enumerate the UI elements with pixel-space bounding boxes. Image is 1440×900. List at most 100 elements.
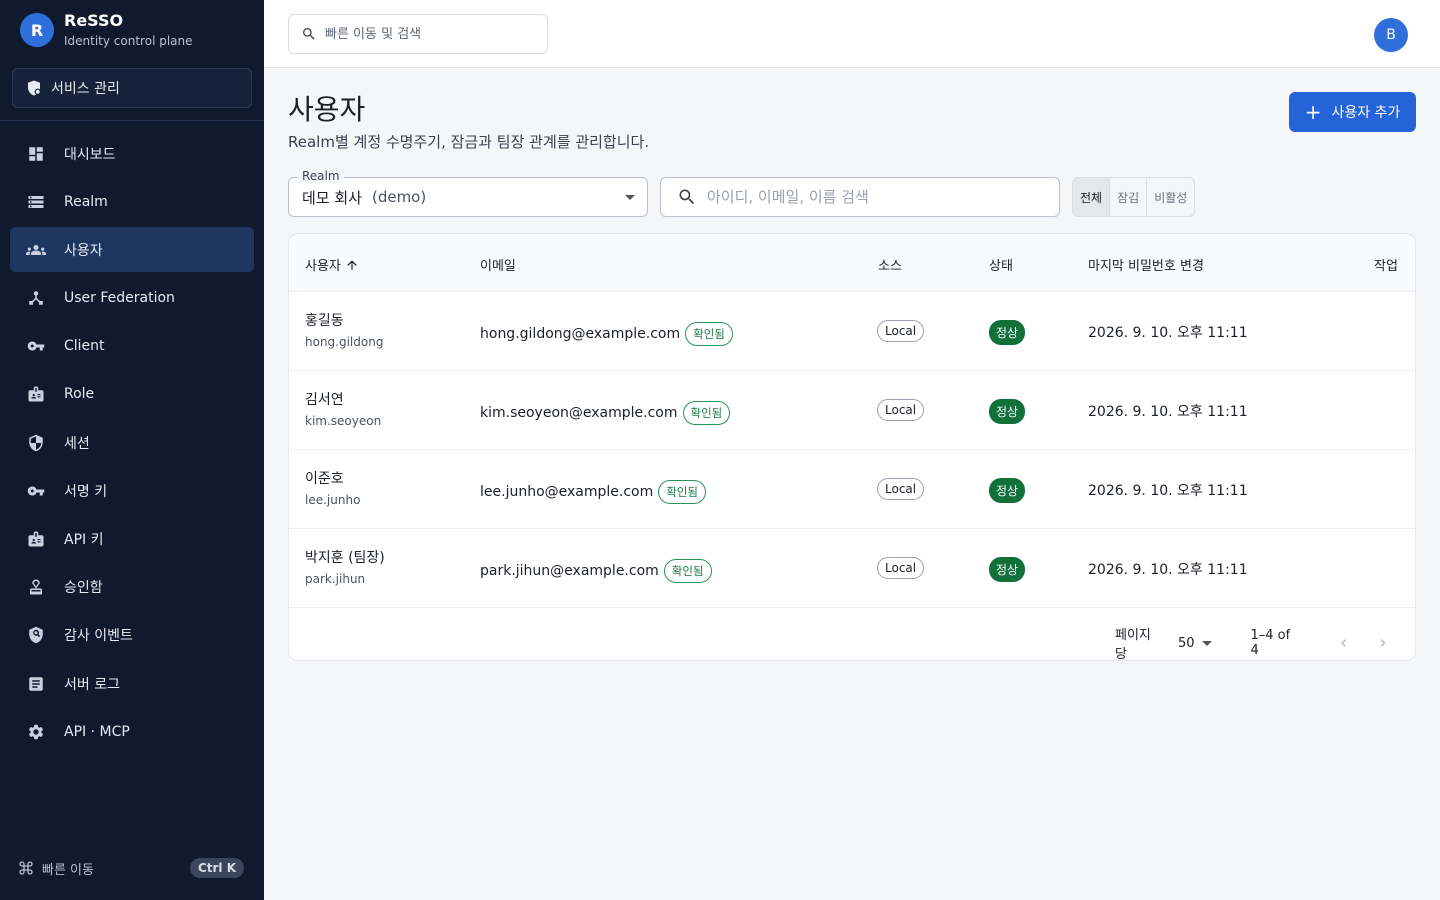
source-badge: Local (877, 557, 925, 579)
sidebar-item-label: 대시보드 (64, 146, 116, 163)
filter-locked[interactable]: 잠김 (1110, 178, 1148, 216)
password-changed-date: 2026. 9. 10. 오후 11:11 (1088, 404, 1248, 420)
table-row[interactable]: 이준호 lee.junho lee.junho@example.com 확인됨 … (289, 450, 1415, 529)
verified-badge: 확인됨 (663, 559, 712, 583)
realm-label: Realm (298, 169, 344, 183)
sidebar-item-users[interactable]: 사용자 (10, 227, 254, 273)
status-badge: 정상 (989, 478, 1026, 503)
sidebar-item-label: User Federation (64, 290, 175, 307)
global-search[interactable] (288, 14, 548, 54)
user-email: park.jihun@example.com 확인됨 (480, 559, 712, 583)
user-email: hong.gildong@example.com 확인됨 (480, 322, 733, 346)
sidebar-item-role[interactable]: Role (10, 372, 254, 417)
command-icon (19, 861, 33, 875)
user-name: 이준호 (305, 471, 344, 487)
user-email: kim.seoyeon@example.com 확인됨 (480, 401, 731, 425)
sidebar-item-label: API · MCP (64, 723, 130, 740)
status-badge: 정상 (989, 399, 1026, 424)
sidebar-divider (0, 120, 264, 121)
user-name: 김서연 (305, 392, 344, 408)
column-user-label: 사용자 (305, 259, 341, 274)
global-search-input[interactable] (325, 26, 525, 42)
badge-icon (26, 384, 46, 404)
verified-badge: 확인됨 (685, 322, 733, 346)
realm-code: (demo) (371, 188, 427, 206)
search-icon (679, 189, 695, 205)
column-source[interactable]: 소스 (878, 255, 902, 274)
sidebar-item-label: API 키 (64, 532, 104, 548)
sidebar-item-sessions[interactable]: 세션 (10, 420, 254, 465)
key-icon (26, 481, 46, 501)
email-text: park.jihun@example.com (480, 563, 659, 579)
sidebar-item-user-federation[interactable]: User Federation (10, 276, 254, 321)
sidebar-nav: 대시보드 Realm 사용자 User Federation Client Ro… (10, 131, 254, 757)
table-row[interactable]: 김서연 kim.seoyeon kim.seoyeon@example.com … (289, 371, 1415, 450)
add-user-button[interactable]: + 사용자 추가 (1289, 92, 1416, 132)
users-table: 사용자 이메일 소스 상태 마지막 비밀번호 변경 작업 홍길동 hong.gi… (288, 233, 1416, 661)
sidebar-item-audit-events[interactable]: 감사 이벤트 (10, 613, 254, 658)
badge-icon (26, 529, 46, 549)
source-badge: Local (877, 320, 925, 342)
user-email: lee.junho@example.com 확인됨 (480, 480, 706, 504)
sidebar-item-realm[interactable]: Realm (10, 179, 254, 224)
sidebar-item-label: 세션 (64, 435, 90, 452)
realm-select[interactable]: 데모 회사 (demo) (288, 177, 648, 217)
user-name: 홍길동 (305, 313, 344, 329)
avatar[interactable]: B (1374, 18, 1408, 52)
plus-icon: + (1304, 100, 1322, 124)
verified-badge: 확인됨 (658, 480, 706, 504)
service-management-button[interactable]: 서비스 관리 (12, 68, 252, 108)
status-badge: 정상 (989, 557, 1026, 582)
sidebar-item-api-mcp[interactable]: API · MCP (10, 709, 254, 754)
sidebar-item-label: Realm (64, 193, 108, 210)
email-text: hong.gildong@example.com (480, 326, 681, 342)
service-management-label: 서비스 관리 (51, 81, 120, 97)
sidebar-item-client[interactable]: Client (10, 324, 254, 369)
shield-icon (26, 433, 46, 453)
sidebar: R ReSSO Identity control plane 서비스 관리 대시… (0, 0, 264, 900)
federation-icon (26, 288, 46, 308)
user-name: 박지훈 (팀장) (305, 550, 385, 566)
next-page-icon[interactable] (1375, 635, 1391, 651)
sidebar-item-approvals[interactable]: 승인함 (10, 565, 254, 610)
user-search-input[interactable] (707, 188, 1037, 206)
pagination: 페이지당 50 1–4 of 4 (1115, 624, 1415, 661)
sidebar-item-server-logs[interactable]: 서버 로그 (10, 661, 254, 706)
sidebar-item-api-keys[interactable]: API 키 (10, 517, 254, 562)
log-icon (26, 674, 46, 694)
add-user-label: 사용자 추가 (1331, 105, 1401, 121)
sidebar-item-signing-keys[interactable]: 서명 키 (10, 468, 254, 513)
sidebar-item-label: Client (64, 338, 105, 355)
user-username: park.jihun (305, 572, 366, 586)
filter-all[interactable]: 전체 (1073, 178, 1111, 216)
search-icon (303, 28, 315, 40)
user-username: hong.gildong (305, 335, 384, 349)
sidebar-item-label: 감사 이벤트 (64, 628, 133, 645)
sidebar-item-dashboard[interactable]: 대시보드 (10, 131, 254, 176)
email-text: lee.junho@example.com (480, 484, 654, 500)
column-status[interactable]: 상태 (989, 255, 1013, 274)
chevron-down-icon (1202, 640, 1213, 646)
quick-nav-shortcut: Ctrl K (189, 858, 244, 878)
status-badge: 정상 (989, 320, 1026, 345)
column-last-password-change[interactable]: 마지막 비밀번호 변경 (1088, 255, 1204, 274)
shield-gear-icon (28, 80, 41, 96)
storage-icon (26, 192, 46, 212)
key-icon (26, 336, 46, 356)
source-badge: Local (877, 399, 925, 421)
column-actions: 작업 (1374, 259, 1398, 274)
filter-inactive[interactable]: 비활성 (1147, 178, 1194, 216)
previous-page-icon[interactable] (1336, 635, 1352, 651)
rows-per-page-label: 페이지당 (1115, 628, 1151, 661)
table-row[interactable]: 박지훈 (팀장) park.jihun park.jihun@example.c… (289, 529, 1415, 608)
user-search[interactable] (660, 177, 1060, 217)
rows-per-page-select[interactable]: 50 (1178, 636, 1213, 651)
table-row[interactable]: 홍길동 hong.gildong hong.gildong@example.co… (289, 292, 1415, 371)
brand-name: ReSSO (64, 11, 124, 30)
chevron-down-icon (625, 195, 635, 200)
quick-nav[interactable]: 빠른 이동 Ctrl K (18, 856, 244, 880)
password-changed-date: 2026. 9. 10. 오후 11:11 (1088, 562, 1248, 578)
brand[interactable]: R ReSSO Identity control plane (20, 12, 193, 48)
column-email[interactable]: 이메일 (480, 255, 516, 274)
column-user[interactable]: 사용자 (305, 255, 359, 274)
